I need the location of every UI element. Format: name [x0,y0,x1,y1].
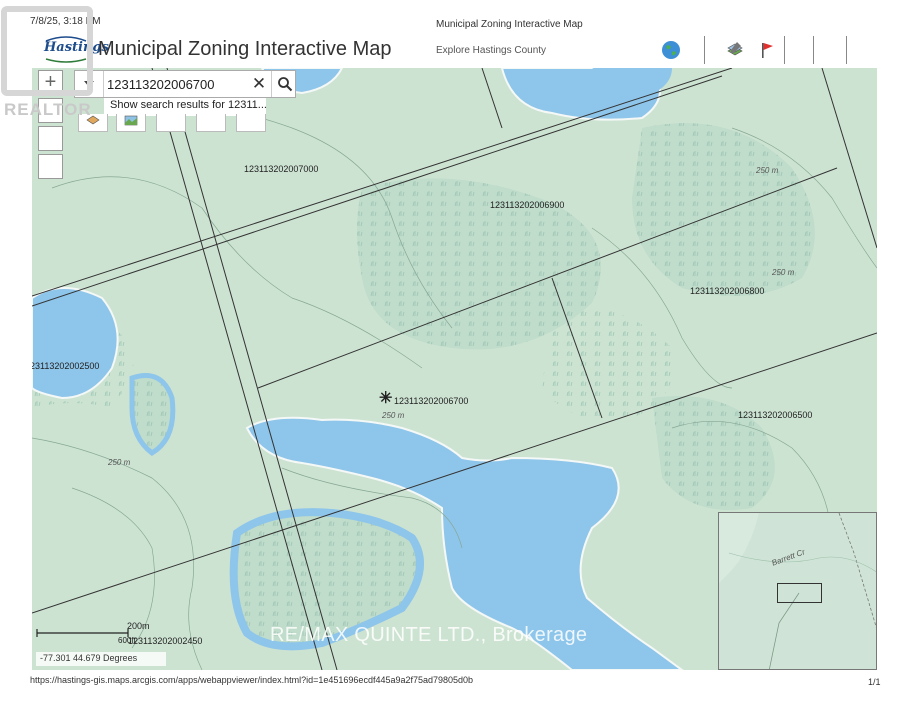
print-page-number: 1/1 [868,677,881,687]
search-bar: ✕ [74,70,296,98]
app-subtitle: Explore Hastings County [436,45,546,56]
globe-icon [661,40,681,60]
parcel-label: 123113202006800 [690,286,764,296]
realtor-logo-frame [1,6,93,96]
widget-button-4[interactable] [196,114,226,132]
search-input[interactable] [107,74,247,94]
flag-icon [757,40,777,60]
header-separator [704,36,705,64]
selected-parcel-marker[interactable]: ✳ [379,388,392,408]
parcel-label: 123113202007000 [244,164,318,174]
wetland-lake [132,376,173,454]
parcel-label: 123113202006900 [490,200,564,210]
parcel-label: 123113202002450 [128,636,202,646]
layers-icon [725,40,745,60]
globe-button[interactable] [656,36,686,64]
brokerage-watermark: RE/MAX QUINTE LTD., Brokerage [270,624,587,647]
contour-label: 250 m [756,166,778,175]
header-separator [846,36,847,64]
overview-map[interactable]: Barrett Cr [718,512,877,670]
parcel-label: 23113202002500 [32,361,99,371]
search-icon [277,76,293,92]
widget-button-3[interactable] [156,114,186,132]
print-url: https://hastings-gis.maps.arcgis.com/app… [30,675,473,685]
realtor-watermark: REALTOR [4,100,92,120]
home-button[interactable] [38,126,63,151]
contour-label: 250 m [108,458,130,467]
basemap-icon [123,114,139,126]
locate-button[interactable] [38,154,63,179]
parcel-label: 123113202006700 [394,396,468,406]
header-separator [784,36,785,64]
app-title: Municipal Zoning Interactive Map [98,38,391,61]
scale-label-imperial: 600ft [118,636,136,645]
layer-list-button[interactable] [720,36,750,64]
flag-button[interactable] [752,36,782,64]
scale-label-metric: 200m [127,621,150,631]
widget-button-2[interactable] [116,114,146,132]
header-separator [813,36,814,64]
coordinate-readout: -77.301 44.679 Degrees [36,652,166,666]
contour-label: 250 m [382,411,404,420]
widget-button-5[interactable] [236,114,266,132]
print-title: Municipal Zoning Interactive Map [436,19,583,30]
overview-extent-box[interactable] [777,583,822,603]
parcel-label: 123113202006500 [738,410,812,420]
contour-label: 250 m [772,268,794,277]
search-button[interactable] [271,71,297,97]
header-button-4[interactable] [786,36,816,64]
search-clear-button[interactable]: ✕ [249,74,269,94]
header-button-5[interactable] [815,36,845,64]
